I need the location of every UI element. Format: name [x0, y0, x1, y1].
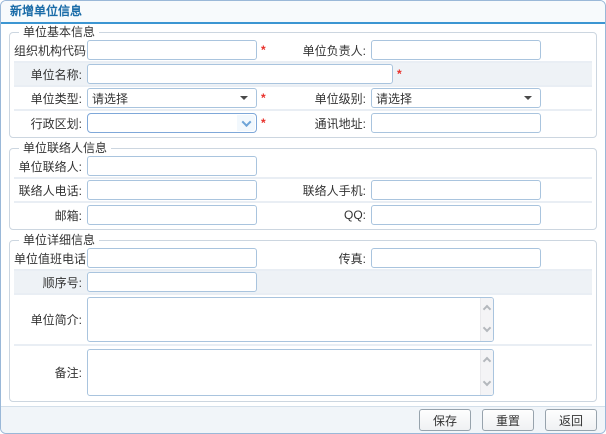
duty-phone-input[interactable] — [87, 248, 257, 268]
contact-phone-input[interactable] — [87, 180, 257, 200]
section-detail-legend: 单位详细信息 — [19, 234, 99, 247]
required-marker: * — [261, 91, 269, 105]
section-contact-legend: 单位联络人信息 — [19, 142, 111, 155]
form-row: 邮箱: QQ: — [14, 203, 592, 227]
email-input[interactable] — [87, 205, 257, 225]
form-row: 顺序号: — [14, 271, 592, 295]
unit-type-select[interactable]: 请选择 — [87, 88, 257, 108]
scroll-up-icon[interactable] — [483, 305, 491, 313]
unit-name-label: 单位名称: — [14, 66, 87, 83]
page-title: 新增单位信息 — [10, 4, 82, 18]
unit-name-input[interactable] — [87, 64, 393, 84]
scrollbar[interactable] — [480, 298, 493, 341]
qq-label: QQ: — [271, 208, 371, 222]
org-code-label: 组织机构代码: — [14, 42, 87, 59]
fax-input[interactable] — [371, 248, 541, 268]
contact-mobile-label: 联络人手机: — [271, 182, 371, 199]
duty-phone-label: 单位值班电话: — [14, 250, 87, 267]
unit-level-select[interactable]: 请选择 — [371, 88, 541, 108]
form-content: 单位基本信息 组织机构代码: * 单位负责人: 单位名称: * 单位类型: — [1, 24, 605, 406]
required-marker: * — [261, 43, 269, 57]
unit-intro-textarea[interactable] — [87, 297, 494, 342]
order-no-input[interactable] — [87, 272, 257, 292]
add-unit-window: 新增单位信息 单位基本信息 组织机构代码: * 单位负责人: 单位名称: * 单… — [0, 0, 606, 434]
unit-type-selected-value: 请选择 — [92, 90, 128, 107]
form-row: 备注: — [14, 346, 592, 399]
required-marker: * — [261, 116, 269, 130]
form-row: 联络人电话: 联络人手机: — [14, 179, 592, 203]
save-button[interactable]: 保存 — [419, 409, 471, 431]
required-marker: * — [397, 67, 405, 81]
scroll-down-icon[interactable] — [483, 324, 491, 332]
section-unit-contact-info: 单位联络人信息 单位联络人: 联络人电话: 联络人手机: 邮箱: — [9, 142, 597, 230]
admin-region-label: 行政区划: — [14, 115, 87, 132]
back-button[interactable]: 返回 — [545, 409, 597, 431]
form-row: 行政区划: * 通讯地址: — [14, 111, 592, 135]
form-row: 组织机构代码: * 单位负责人: — [14, 39, 592, 63]
leader-input[interactable] — [371, 40, 541, 60]
org-code-input[interactable] — [87, 40, 257, 60]
admin-region-selected-value — [88, 121, 96, 125]
contact-phone-label: 联络人电话: — [14, 182, 87, 199]
qq-input[interactable] — [371, 205, 541, 225]
fax-label: 传真: — [271, 250, 371, 267]
scroll-up-icon[interactable] — [483, 357, 491, 365]
unit-type-label: 单位类型: — [14, 90, 87, 107]
order-no-label: 顺序号: — [14, 274, 87, 291]
scrollbar[interactable] — [480, 350, 493, 395]
form-row: 单位值班电话: 传真: — [14, 247, 592, 271]
contact-name-input[interactable] — [87, 156, 257, 176]
form-row: 单位简介: — [14, 295, 592, 346]
form-row: 单位联络人: — [14, 155, 592, 179]
remark-textarea[interactable] — [87, 349, 494, 396]
window-header: 新增单位信息 — [1, 1, 605, 24]
combobox-dropdown-button[interactable] — [237, 115, 255, 131]
unit-level-selected-value: 请选择 — [376, 90, 412, 107]
section-unit-basic-info: 单位基本信息 组织机构代码: * 单位负责人: 单位名称: * 单位类型: — [9, 26, 597, 138]
contact-name-label: 单位联络人: — [14, 158, 87, 175]
scroll-down-icon[interactable] — [483, 378, 491, 386]
form-row: 单位名称: * — [14, 63, 592, 87]
unit-level-label: 单位级别: — [271, 90, 371, 107]
dropdown-arrow-icon — [240, 96, 248, 104]
address-label: 通讯地址: — [271, 115, 371, 132]
combobox-chevron-icon — [241, 117, 251, 127]
unit-intro-label: 单位简介: — [14, 311, 87, 328]
leader-label: 单位负责人: — [271, 42, 371, 59]
section-unit-detail-info: 单位详细信息 单位值班电话: 传真: 顺序号: 单位简介: — [9, 234, 597, 402]
section-basic-legend: 单位基本信息 — [19, 26, 99, 39]
form-row: 单位类型: 请选择 * 单位级别: 请选择 — [14, 87, 592, 111]
footer-toolbar: 保存 重置 返回 — [1, 406, 605, 433]
address-input[interactable] — [371, 113, 541, 133]
remark-label: 备注: — [14, 364, 87, 381]
reset-button[interactable]: 重置 — [482, 409, 534, 431]
contact-mobile-input[interactable] — [371, 180, 541, 200]
dropdown-arrow-icon — [524, 96, 532, 104]
admin-region-combobox[interactable] — [87, 113, 257, 133]
email-label: 邮箱: — [14, 207, 87, 224]
